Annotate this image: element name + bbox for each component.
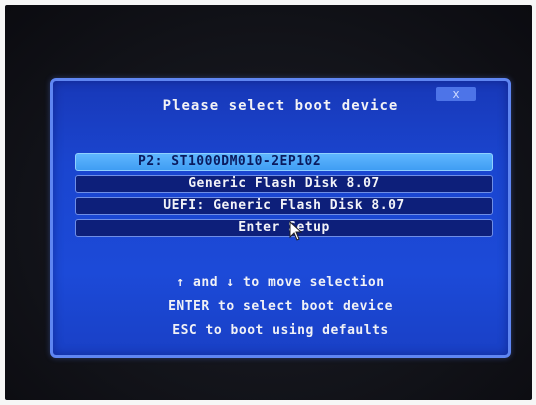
hint-move-selection: ↑ and ↓ to move selection	[176, 275, 385, 290]
boot-menu-dialog: x Please select boot device P2: ST1000DM…	[50, 78, 511, 358]
key-hints: ↑ and ↓ to move selection ENTER to selec…	[53, 271, 508, 343]
boot-item-flash-disk[interactable]: Generic Flash Disk 8.07	[75, 175, 493, 193]
hint-esc-defaults: ESC to boot using defaults	[172, 323, 389, 338]
boot-item-uefi-flash-disk[interactable]: UEFI: Generic Flash Disk 8.07	[75, 197, 493, 215]
boot-device-list: P2: ST1000DM010-2EP102 Generic Flash Dis…	[75, 153, 493, 241]
hint-enter-select: ENTER to select boot device	[168, 299, 393, 314]
monitor-screen: x Please select boot device P2: ST1000DM…	[5, 5, 532, 400]
dialog-title: Please select boot device	[162, 98, 399, 114]
boot-item-enter-setup[interactable]: Enter Setup	[75, 219, 493, 237]
mouse-pointer-icon	[289, 221, 303, 241]
boot-item-p2-hdd[interactable]: P2: ST1000DM010-2EP102	[75, 153, 493, 171]
photo-frame: x Please select boot device P2: ST1000DM…	[0, 0, 536, 405]
